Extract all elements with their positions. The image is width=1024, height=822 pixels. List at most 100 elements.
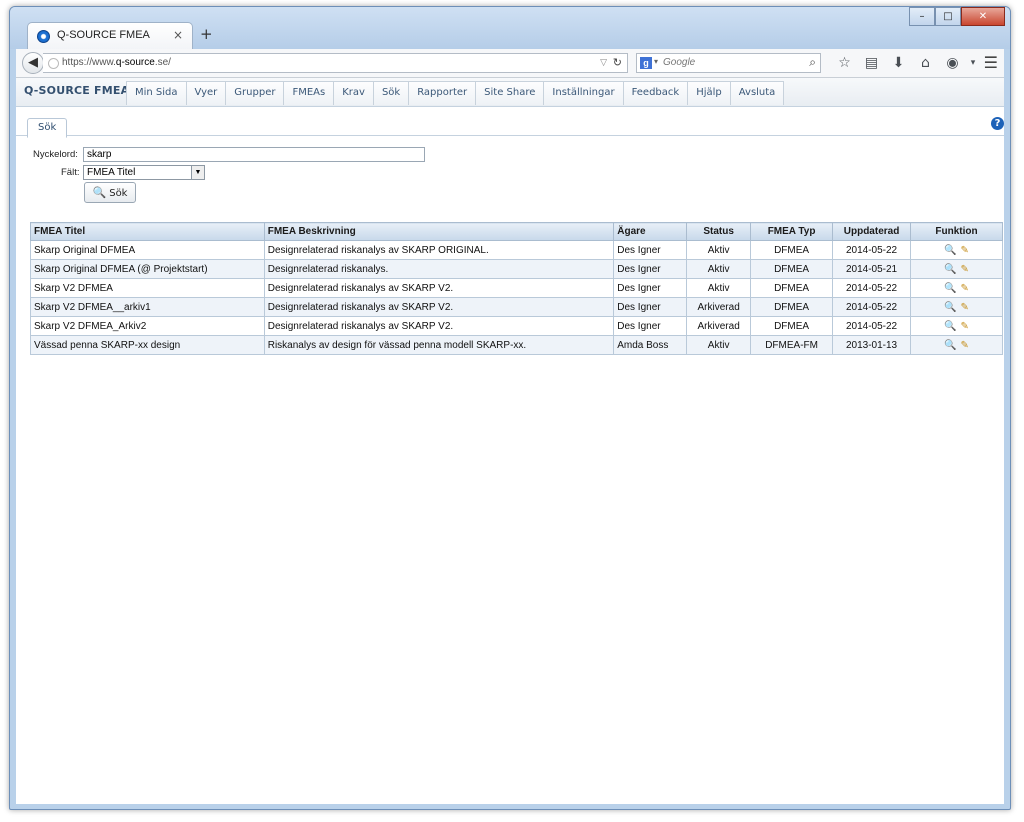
results-table: FMEA Titel FMEA Beskrivning Ägare Status… [30, 222, 1003, 355]
cell-owner: Amda Boss [613, 335, 688, 355]
cell-function: 🔍 ✎ [910, 240, 1003, 260]
nav-item-vyer[interactable]: Vyer [185, 81, 227, 105]
page-content: Q-SOURCE FMEA Min Sida Vyer Grupper FMEAs Kr… [16, 78, 1004, 804]
clipboard-icon[interactable]: ▤ [858, 53, 885, 73]
tab-title: Q-SOURCE FMEA [57, 29, 150, 41]
maximize-button[interactable]: □ [935, 7, 961, 26]
cell-type: DFMEA [750, 297, 834, 317]
toolbar-dropdown-icon[interactable]: ▾ [966, 53, 980, 73]
edit-icon[interactable]: ✎ [961, 264, 969, 275]
edit-icon[interactable]: ✎ [961, 321, 969, 332]
cell-desc: Designrelaterad riskanalys av SKARP ORIG… [263, 240, 615, 260]
edit-icon[interactable]: ✎ [961, 283, 969, 294]
url-text: https://www.q-source.se/ [62, 57, 171, 68]
reload-icon[interactable]: ↻ [613, 56, 622, 69]
col-header-updated[interactable]: Uppdaterad [832, 222, 912, 241]
view-icon[interactable]: 🔍 [944, 264, 956, 275]
field-select[interactable]: FMEA Titel ▼ [83, 165, 205, 180]
keyword-label: Nyckelord: [33, 149, 78, 160]
nav-item-hjälp[interactable]: Hjälp [687, 81, 731, 105]
help-icon[interactable]: ? [991, 117, 1004, 130]
window-controls: – □ ✕ [909, 7, 1005, 27]
edit-icon[interactable]: ✎ [961, 245, 969, 256]
nav-item-avsluta[interactable]: Avsluta [729, 81, 785, 105]
new-tab-button[interactable]: + [200, 25, 213, 43]
nav-item-grupper[interactable]: Grupper [225, 81, 285, 105]
edit-icon[interactable]: ✎ [961, 340, 969, 351]
col-header-type[interactable]: FMEA Typ [750, 222, 834, 241]
app-nav: Q-SOURCE FMEA Min Sida Vyer Grupper FMEAs Kr… [16, 78, 1004, 107]
nav-item-feedback[interactable]: Feedback [622, 81, 689, 105]
nav-item-krav[interactable]: Krav [333, 81, 374, 105]
sync-icon[interactable]: ◉ [939, 53, 966, 73]
cell-updated: 2014-05-22 [832, 240, 912, 260]
view-icon[interactable]: 🔍 [944, 245, 956, 256]
cell-title[interactable]: Skarp V2 DFMEA__arkiv1 [30, 297, 265, 317]
cell-function: 🔍 ✎ [910, 278, 1003, 298]
browser-tab[interactable]: Q-SOURCE FMEA × [27, 22, 193, 50]
keyword-input[interactable]: skarp [83, 147, 425, 162]
nav-item-fmeas[interactable]: FMEAs [283, 81, 335, 105]
search-icon[interactable]: ⌕ [809, 55, 816, 70]
col-header-status[interactable]: Status [686, 222, 752, 241]
nav-item-rapporter[interactable]: Rapporter [408, 81, 477, 105]
minimize-button[interactable]: – [909, 7, 935, 26]
home-icon[interactable]: ⌂ [912, 53, 939, 73]
title-bar: Q-SOURCE FMEA × + – □ ✕ [10, 7, 1010, 50]
search-bar[interactable]: g ▾ Google ⌕ [636, 53, 821, 73]
cell-status: Aktiv [686, 240, 752, 260]
nav-item-inställningar[interactable]: Inställningar [543, 81, 624, 105]
view-icon[interactable]: 🔍 [944, 302, 956, 313]
search-button-label: Sök [109, 188, 128, 199]
nav-item-sök[interactable]: Sök [372, 81, 410, 105]
col-header-owner[interactable]: Ägare [613, 222, 688, 241]
chevron-down-icon[interactable]: ▼ [191, 166, 204, 179]
cell-function: 🔍 ✎ [910, 259, 1003, 279]
url-dropdown-icon[interactable]: ▽ [600, 57, 607, 68]
view-icon[interactable]: 🔍 [944, 340, 956, 351]
close-window-button[interactable]: ✕ [961, 7, 1005, 26]
cell-updated: 2013-01-13 [832, 335, 912, 355]
nav-item-min-sida[interactable]: Min Sida [126, 81, 187, 105]
col-header-title[interactable]: FMEA Titel [30, 222, 265, 241]
browser-toolbar: ◀ https://www.q-source.se/ ▽ ↻ g ▾ Googl… [16, 49, 1004, 78]
cell-status: Arkiverad [686, 297, 752, 317]
cell-owner: Des Igner [613, 278, 688, 298]
cell-desc: Designrelaterad riskanalys av SKARP V2. [263, 297, 615, 317]
view-icon[interactable]: 🔍 [944, 283, 956, 294]
table-row: Skarp V2 DFMEA_Arkiv2 Designrelaterad ris… [30, 316, 1003, 336]
cell-title[interactable]: Skarp V2 DFMEA_Arkiv2 [30, 316, 265, 336]
cell-title[interactable]: Skarp Original DFMEA [30, 240, 265, 260]
tab-close-icon[interactable]: × [173, 28, 183, 42]
col-header-desc[interactable]: FMEA Beskrivning [263, 222, 615, 241]
download-icon[interactable]: ⬇ [885, 53, 912, 73]
star-icon[interactable]: ☆ [831, 53, 858, 73]
edit-icon[interactable]: ✎ [961, 302, 969, 313]
cell-type: DFMEA [750, 316, 834, 336]
table-row: Skarp V2 DFMEA__arkiv1 Designrelaterad ri… [30, 297, 1003, 317]
cell-owner: Des Igner [613, 259, 688, 279]
cell-function: 🔍 ✎ [910, 335, 1003, 355]
cell-title[interactable]: Vässad penna SKARP-xx design [30, 335, 265, 355]
browser-window: Q-SOURCE FMEA × + – □ ✕ ◀ https://www.q-… [9, 6, 1011, 810]
tab-sok[interactable]: Sök [27, 118, 68, 138]
menu-icon[interactable]: ☰ [984, 53, 998, 72]
cell-owner: Des Igner [613, 297, 688, 317]
engine-dropdown-icon[interactable]: ▾ [654, 57, 658, 66]
back-button[interactable]: ◀ [22, 52, 44, 74]
nav-item-site-share[interactable]: Site Share [475, 81, 545, 105]
app-brand[interactable]: Q-SOURCE FMEA [24, 84, 129, 97]
favicon-icon [37, 30, 50, 43]
cell-desc: Designrelaterad riskanalys av SKARP V2. [263, 278, 615, 298]
search-button[interactable]: 🔍 Sök [84, 182, 136, 203]
table-row: Vässad penna SKARP-xx design Riskanalys a… [30, 335, 1003, 355]
cell-desc: Riskanalys av design för vässad penna mo… [263, 335, 615, 355]
field-label: Fält: [61, 167, 80, 178]
url-bar[interactable]: https://www.q-source.se/ ▽ ↻ [43, 53, 628, 73]
view-icon[interactable]: 🔍 [944, 321, 956, 332]
magnifier-icon: 🔍 [92, 186, 107, 199]
google-icon[interactable]: g [640, 57, 652, 69]
cell-title[interactable]: Skarp V2 DFMEA [30, 278, 265, 298]
cell-type: DFMEA [750, 259, 834, 279]
cell-title[interactable]: Skarp Original DFMEA (@ Projektstart) [30, 259, 265, 279]
